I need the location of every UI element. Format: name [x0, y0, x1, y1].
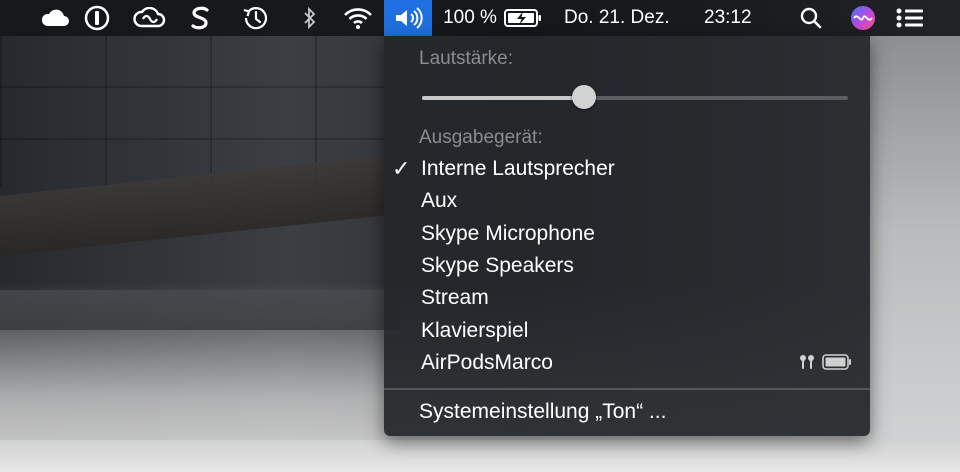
airpods-icon: [798, 353, 816, 376]
output-device-label: Klavierspiel: [421, 318, 529, 342]
output-device-label: Skype Speakers: [421, 253, 574, 277]
volume-dropdown-menu: Lautstärke: Ausgabegerät: ✓ Interne Lauts…: [384, 36, 870, 436]
volume-slider-fill: [422, 96, 584, 100]
menu-separator: [384, 388, 870, 390]
volume-slider-knob[interactable]: [571, 85, 596, 109]
wifi-icon[interactable]: [340, 0, 376, 36]
notification-center-icon[interactable]: [892, 0, 928, 36]
volume-slider[interactable]: [422, 85, 848, 109]
device-status-icons: [798, 353, 852, 376]
scrivener-icon[interactable]: [186, 0, 214, 36]
output-device-item[interactable]: Skype Speakers: [384, 251, 870, 283]
battery-label: 100 %: [443, 7, 497, 28]
output-device-item[interactable]: AirPodsMarco: [384, 348, 870, 380]
wallpaper-bottom-area: [0, 440, 960, 472]
date-label: Do. 21. Dez.: [564, 7, 670, 28]
checkmark-icon: ✓: [392, 156, 411, 181]
output-device-label: AirPodsMarco: [421, 350, 553, 374]
output-section-label: Ausgabegerät:: [419, 127, 543, 148]
wallpaper-right-area: [870, 36, 960, 472]
time-machine-icon[interactable]: [238, 0, 272, 36]
wallpaper-band: [0, 290, 400, 330]
battery-percentage[interactable]: 100 %: [440, 0, 500, 36]
menubar-clock[interactable]: 23:12: [704, 0, 766, 36]
search-icon[interactable]: [796, 0, 826, 36]
output-device-item[interactable]: Stream: [384, 283, 870, 315]
bluetooth-icon[interactable]: [298, 0, 322, 36]
battery-full-icon: [822, 353, 852, 375]
output-device-label: Interne Lautsprecher: [421, 157, 615, 180]
output-device-label: Stream: [421, 286, 489, 310]
volume-section-label: Lautstärke:: [419, 48, 513, 69]
time-label: 23:12: [704, 7, 752, 28]
onepassword-icon[interactable]: [82, 0, 112, 36]
icloud-icon[interactable]: [38, 0, 72, 36]
creative-cloud-icon[interactable]: [130, 0, 168, 36]
output-device-label: Aux: [421, 189, 458, 213]
output-device-label: Skype Microphone: [421, 221, 595, 245]
output-device-item[interactable]: ✓ Interne Lautsprecher: [384, 154, 870, 186]
output-device-item[interactable]: Skype Microphone: [384, 219, 870, 251]
siri-icon[interactable]: [846, 0, 880, 36]
battery-icon[interactable]: [502, 0, 544, 36]
output-device-item[interactable]: Klavierspiel: [384, 316, 870, 348]
menubar-date[interactable]: Do. 21. Dez.: [564, 0, 694, 36]
sound-preferences-item[interactable]: Systemeinstellung „Ton“ ...: [419, 400, 666, 424]
menu-bar: 100 % Do. 21. Dez. 23:12: [0, 0, 960, 36]
output-device-item[interactable]: Aux: [384, 186, 870, 218]
volume-icon[interactable]: [384, 0, 432, 36]
